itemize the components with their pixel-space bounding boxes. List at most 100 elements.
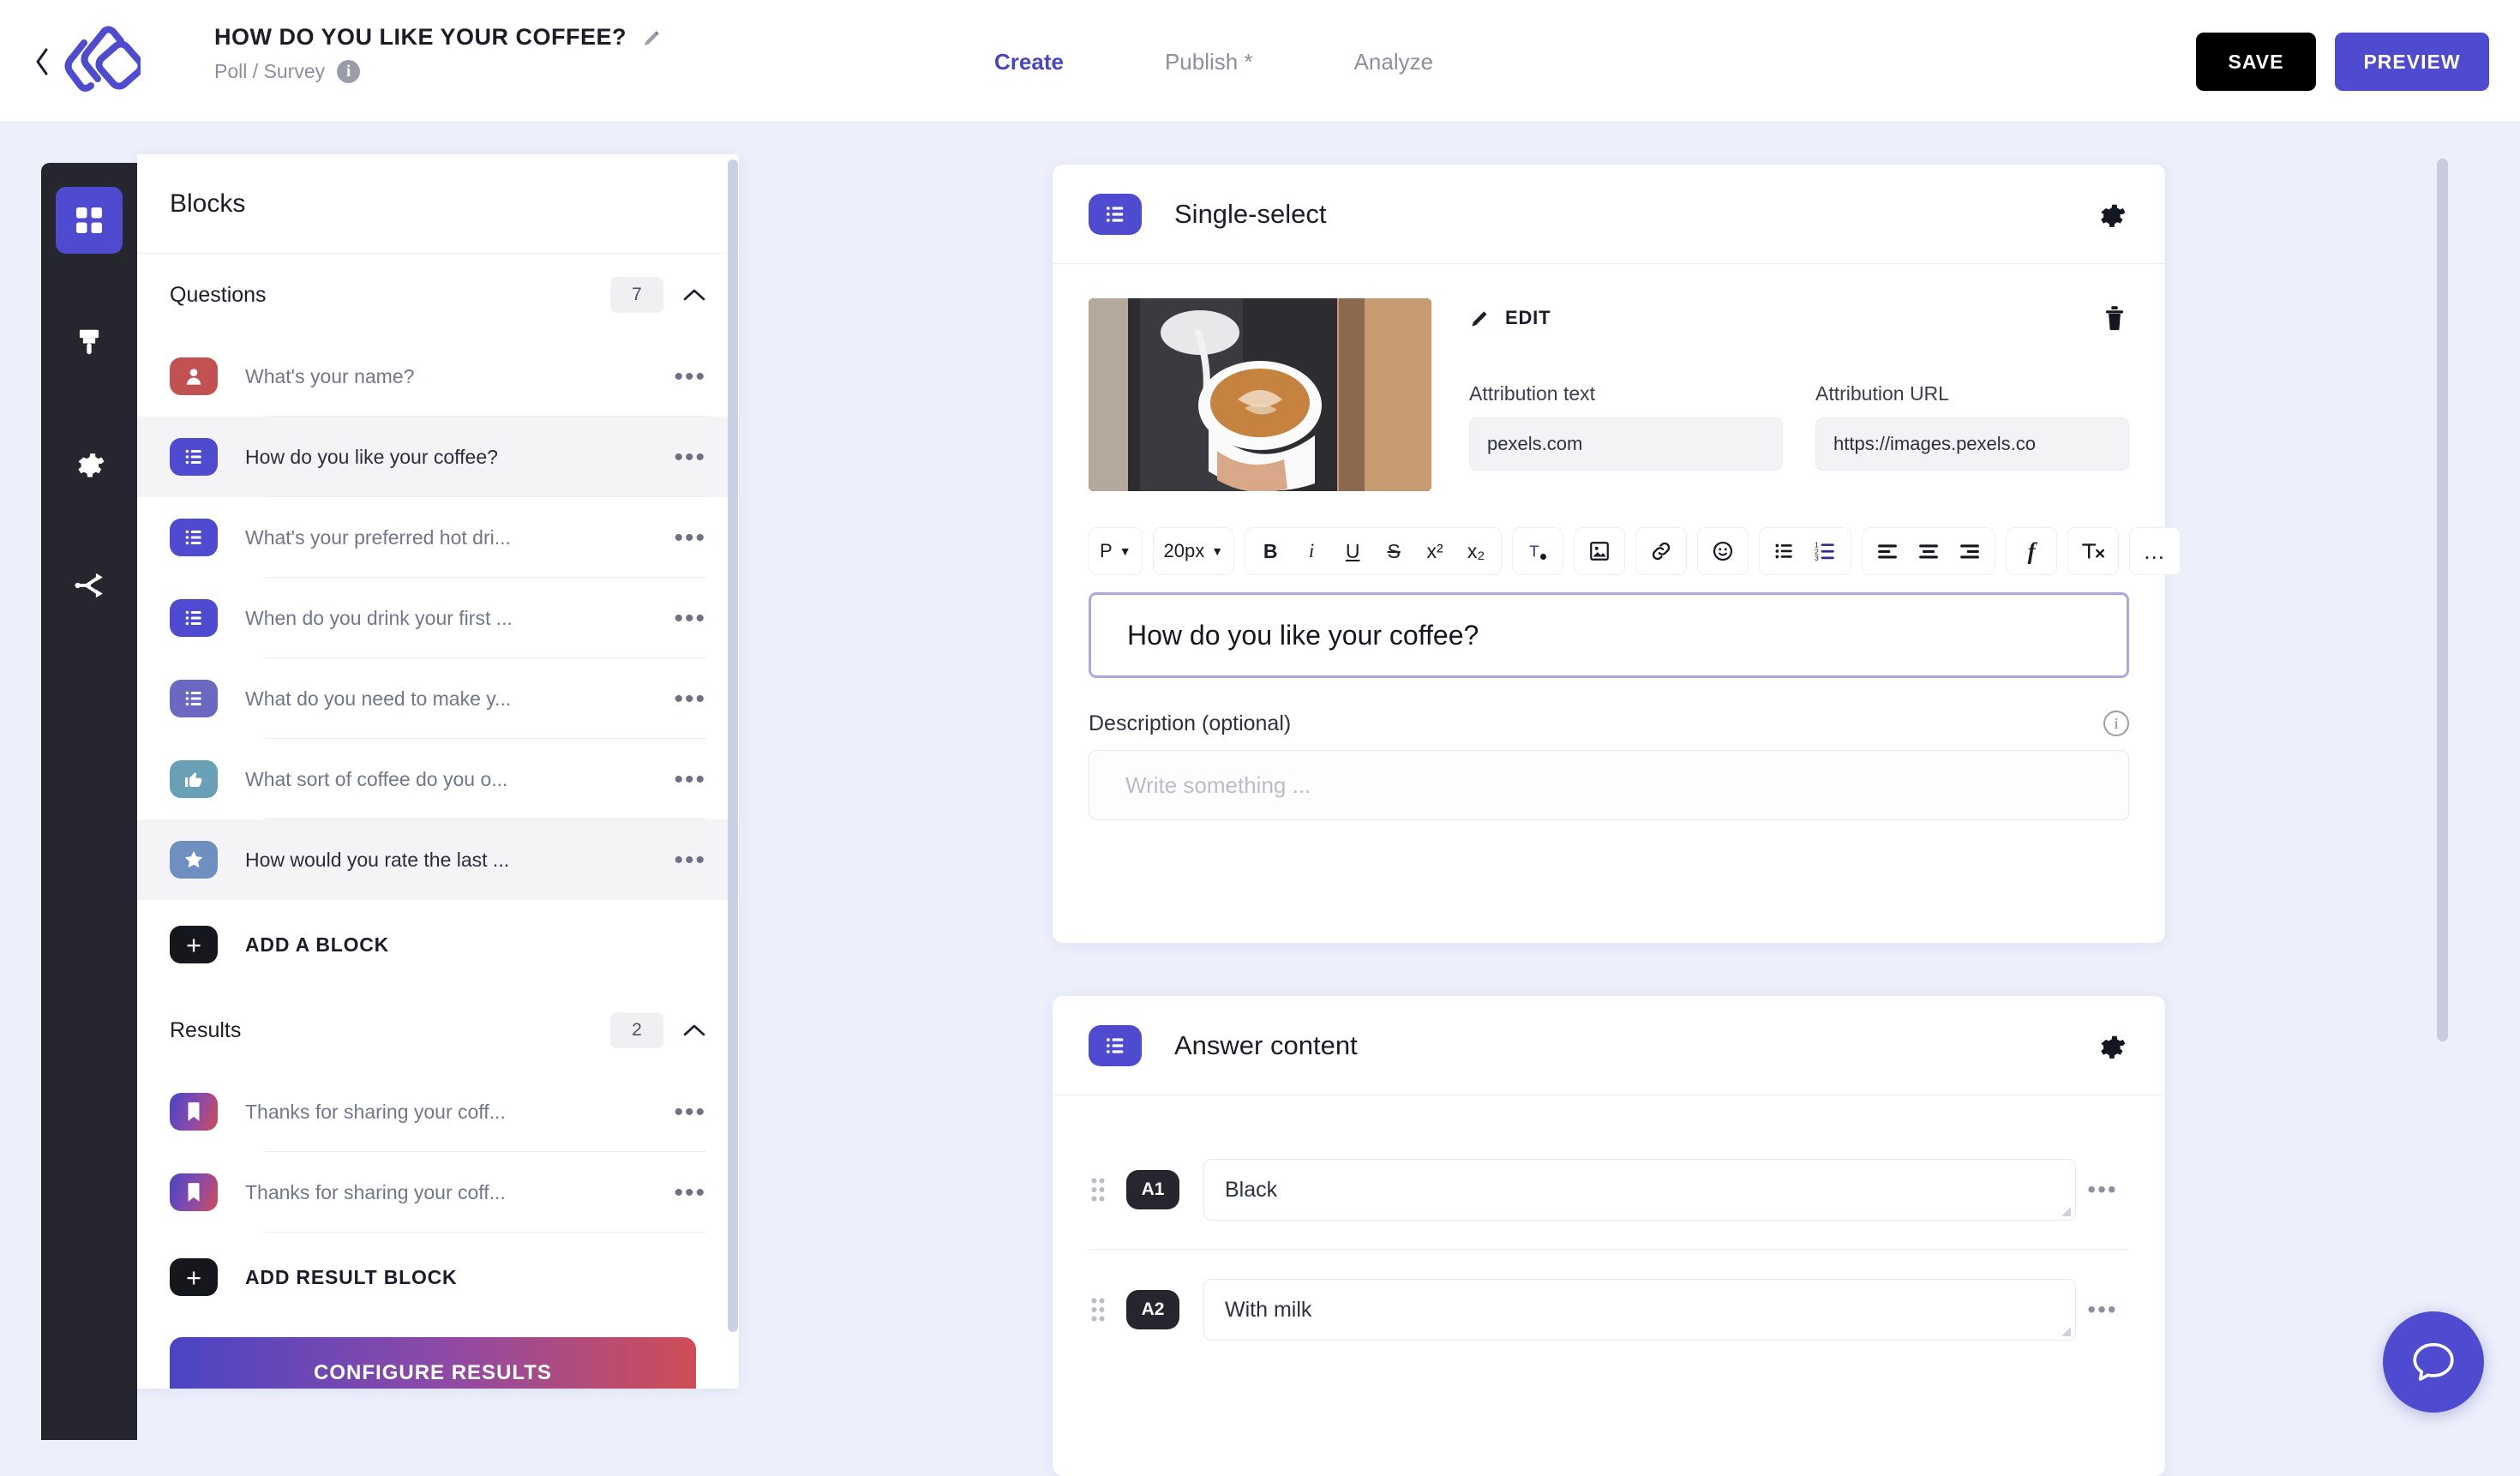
list-icon (170, 680, 218, 717)
blocks-icon (72, 203, 106, 237)
block-item-question-4[interactable]: When do you drink your first ... ••• (137, 578, 739, 658)
block-item-menu-icon[interactable]: ••• (669, 854, 706, 867)
chevron-down-icon: ▼ (1119, 544, 1131, 558)
text-color-icon[interactable]: T (1518, 531, 1557, 571)
insert-link-icon[interactable] (1641, 531, 1681, 571)
main-scrollbar[interactable] (2437, 159, 2448, 1041)
attribution-text-input[interactable] (1469, 417, 1783, 471)
answer-menu-icon[interactable]: ••• (2076, 1304, 2129, 1316)
block-item-result-1[interactable]: Thanks for sharing your coff... ••• (137, 1071, 739, 1152)
block-item-question-1[interactable]: What's your name? ••• (137, 336, 739, 417)
preview-button[interactable]: PREVIEW (2335, 33, 2489, 91)
clear-format-icon[interactable] (2073, 531, 2113, 571)
block-item-label: What's your preferred hot dri... (245, 526, 669, 549)
attribution-url-input[interactable] (1815, 417, 2129, 471)
emoji-icon[interactable] (1703, 531, 1743, 571)
block-item-question-7[interactable]: How would you rate the last ... ••• (137, 819, 739, 900)
brand-logo-icon[interactable] (58, 24, 141, 101)
chevron-up-icon[interactable] (682, 1018, 706, 1042)
back-button[interactable] (29, 45, 55, 79)
list-icon (1089, 1025, 1142, 1066)
tab-create[interactable]: Create (994, 49, 1064, 75)
add-result-block-button[interactable]: + ADD RESULT BLOCK (137, 1233, 739, 1322)
title-edit-pencil-icon[interactable] (642, 27, 663, 48)
formula-group: f (2006, 527, 2057, 575)
section-header-questions[interactable]: Questions 7 (137, 254, 739, 336)
block-item-result-2[interactable]: Thanks for sharing your coff... ••• (137, 1152, 739, 1233)
block-item-menu-icon[interactable]: ••• (669, 370, 706, 383)
block-item-menu-icon[interactable]: ••• (669, 1106, 706, 1119)
answer-content-card: Answer content A1 Black ••• A2 With milk… (1053, 996, 2165, 1476)
bulleted-list-icon[interactable] (1765, 531, 1804, 571)
block-item-label: What do you need to make y... (245, 687, 669, 711)
coffee-latte-photo[interactable] (1089, 298, 1431, 491)
block-item-menu-icon[interactable]: ••• (669, 773, 706, 786)
rail-item-blocks[interactable] (56, 187, 123, 254)
blocks-panel-scrollbar[interactable] (727, 154, 739, 1389)
info-icon[interactable]: i (337, 60, 360, 83)
chat-bubble-icon (2408, 1337, 2459, 1387)
bookmark-icon (170, 1093, 218, 1131)
block-item-question-5[interactable]: What do you need to make y... ••• (137, 658, 739, 739)
gear-icon[interactable] (2093, 1028, 2129, 1064)
tab-analyze[interactable]: Analyze (1354, 49, 1434, 75)
block-item-menu-icon[interactable]: ••• (669, 531, 706, 544)
italic-icon[interactable]: i (1292, 531, 1331, 571)
block-format-select[interactable]: P ▼ (1095, 531, 1137, 571)
align-right-icon[interactable] (1950, 531, 1989, 571)
block-item-menu-icon[interactable]: ••• (669, 693, 706, 705)
chevron-left-icon (33, 47, 51, 76)
section-header-results[interactable]: Results 2 (137, 989, 739, 1071)
edit-image-button[interactable]: EDIT (1469, 307, 1551, 329)
block-item-question-3[interactable]: What's your preferred hot dri... ••• (137, 497, 739, 578)
underline-icon[interactable]: U (1333, 531, 1372, 571)
description-input[interactable]: Write something ... (1089, 750, 2129, 820)
rail-item-design[interactable] (56, 309, 123, 375)
info-icon[interactable]: i (2103, 711, 2129, 736)
insert-image-icon[interactable] (1580, 531, 1619, 571)
thumbs-up-icon (170, 760, 218, 798)
save-button[interactable]: SAVE (2196, 33, 2316, 91)
add-result-block-label: ADD RESULT BLOCK (245, 1266, 457, 1289)
tab-publish[interactable]: Publish * (1165, 49, 1253, 75)
bold-icon[interactable]: B (1251, 531, 1290, 571)
chat-support-button[interactable] (2383, 1311, 2484, 1413)
drag-handle-icon[interactable] (1089, 1294, 1107, 1325)
more-options-icon[interactable]: … (2135, 531, 2175, 571)
block-item-question-6[interactable]: What sort of coffee do you o... ••• (137, 739, 739, 819)
block-item-menu-icon[interactable]: ••• (669, 1186, 706, 1199)
align-left-icon[interactable] (1868, 531, 1907, 571)
superscript-icon[interactable]: x² (1415, 531, 1455, 571)
block-item-label: How would you rate the last ... (245, 849, 669, 872)
answer-menu-icon[interactable]: ••• (2076, 1184, 2129, 1196)
plus-icon: + (170, 1258, 218, 1296)
block-item-label: What's your name? (245, 365, 669, 388)
block-item-label: How do you like your coffee? (245, 446, 669, 469)
answer-text-input[interactable]: Black (1203, 1159, 2076, 1221)
chevron-up-icon[interactable] (682, 283, 706, 307)
configure-results-button[interactable]: CONFIGURE RESULTS (170, 1337, 696, 1389)
subscript-icon[interactable]: x₂ (1456, 531, 1496, 571)
block-item-question-2[interactable]: How do you like your coffee? ••• (137, 417, 739, 497)
block-item-menu-icon[interactable]: ••• (669, 612, 706, 625)
rail-item-settings[interactable] (56, 430, 123, 497)
add-a-block-button[interactable]: + ADD A BLOCK (137, 900, 739, 989)
text-color-group: T (1512, 527, 1563, 575)
numbered-list-icon[interactable]: 123 (1806, 531, 1845, 571)
gear-icon[interactable] (2093, 196, 2129, 232)
question-text-input[interactable]: How do you like your coffee? (1089, 592, 2129, 678)
pencil-icon (1469, 307, 1491, 329)
plus-icon: + (170, 926, 218, 963)
description-label: Description (optional) (1089, 711, 2103, 736)
strikethrough-icon[interactable]: S (1374, 531, 1413, 571)
answer-text-input[interactable]: With milk (1203, 1279, 2076, 1341)
block-item-menu-icon[interactable]: ••• (669, 451, 706, 464)
rail-item-share[interactable] (56, 552, 123, 619)
trash-icon[interactable] (2100, 302, 2129, 334)
question-card-title: Single-select (1174, 199, 2093, 230)
font-size-select[interactable]: 20px ▼ (1159, 531, 1229, 571)
drag-handle-icon[interactable] (1089, 1174, 1107, 1205)
align-center-icon[interactable] (1909, 531, 1948, 571)
question-card: Single-select (1053, 165, 2165, 943)
formula-icon[interactable]: f (2012, 531, 2051, 571)
